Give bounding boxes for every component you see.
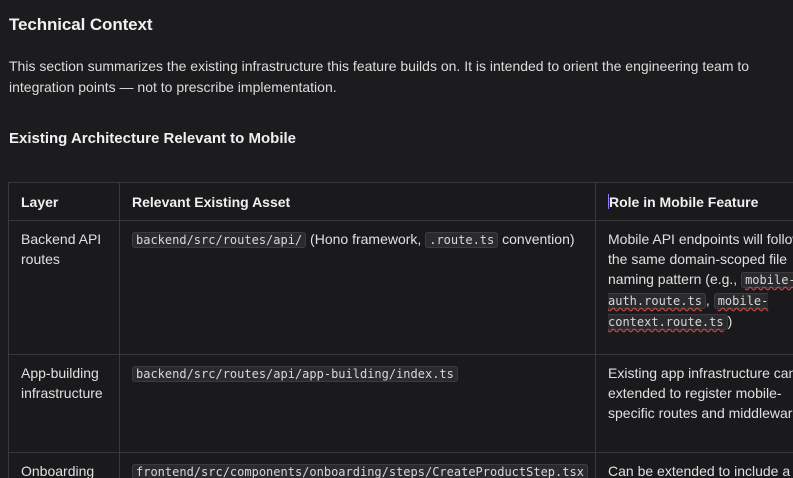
code-convention: .route.ts xyxy=(425,232,499,248)
architecture-table: Layer Relevant Existing Asset Role in Mo… xyxy=(8,182,793,478)
subsection-title: Existing Architecture Relevant to Mobile xyxy=(9,130,296,147)
cell-asset: frontend/src/components/onboarding/steps… xyxy=(119,452,596,478)
cell-text: (Hono framework, xyxy=(306,231,426,247)
header-role: Role in Mobile Feature xyxy=(595,182,793,221)
cell-text: ) xyxy=(727,313,733,329)
table-row: App-building infrastructure backend/src/… xyxy=(8,354,793,453)
header-layer: Layer xyxy=(8,182,120,221)
cell-role: Can be extended to include a xyxy=(595,452,793,478)
table-header-row: Layer Relevant Existing Asset Role in Mo… xyxy=(8,182,793,221)
header-role-label: Role in Mobile Feature xyxy=(609,194,759,210)
cell-text: , xyxy=(705,292,714,308)
code-path: backend/src/routes/api/ xyxy=(132,232,307,248)
cell-layer: App-building infrastructure xyxy=(8,354,120,453)
cell-text: convention) xyxy=(498,231,575,247)
cell-role: Mobile API endpoints will follow the sam… xyxy=(595,220,793,355)
cell-layer: Backend API routes xyxy=(8,220,120,355)
section-title: Technical Context xyxy=(9,15,153,34)
cell-asset: backend/src/routes/api/app-building/inde… xyxy=(119,354,596,453)
document-page: Technical Context This section summarize… xyxy=(0,0,793,478)
cell-layer: Onboarding xyxy=(8,452,120,478)
section-intro: This section summarizes the existing inf… xyxy=(9,58,750,95)
table-row: Backend API routes backend/src/routes/ap… xyxy=(8,220,793,355)
header-asset: Relevant Existing Asset xyxy=(119,182,596,221)
cell-asset: backend/src/routes/api/ (Hono framework,… xyxy=(119,220,596,355)
code-path: backend/src/routes/api/app-building/inde… xyxy=(132,366,458,382)
cell-role: Existing app infrastructure can be exten… xyxy=(595,354,793,453)
code-path: frontend/src/components/onboarding/steps… xyxy=(132,464,588,478)
table-row: Onboarding frontend/src/components/onboa… xyxy=(8,452,793,478)
